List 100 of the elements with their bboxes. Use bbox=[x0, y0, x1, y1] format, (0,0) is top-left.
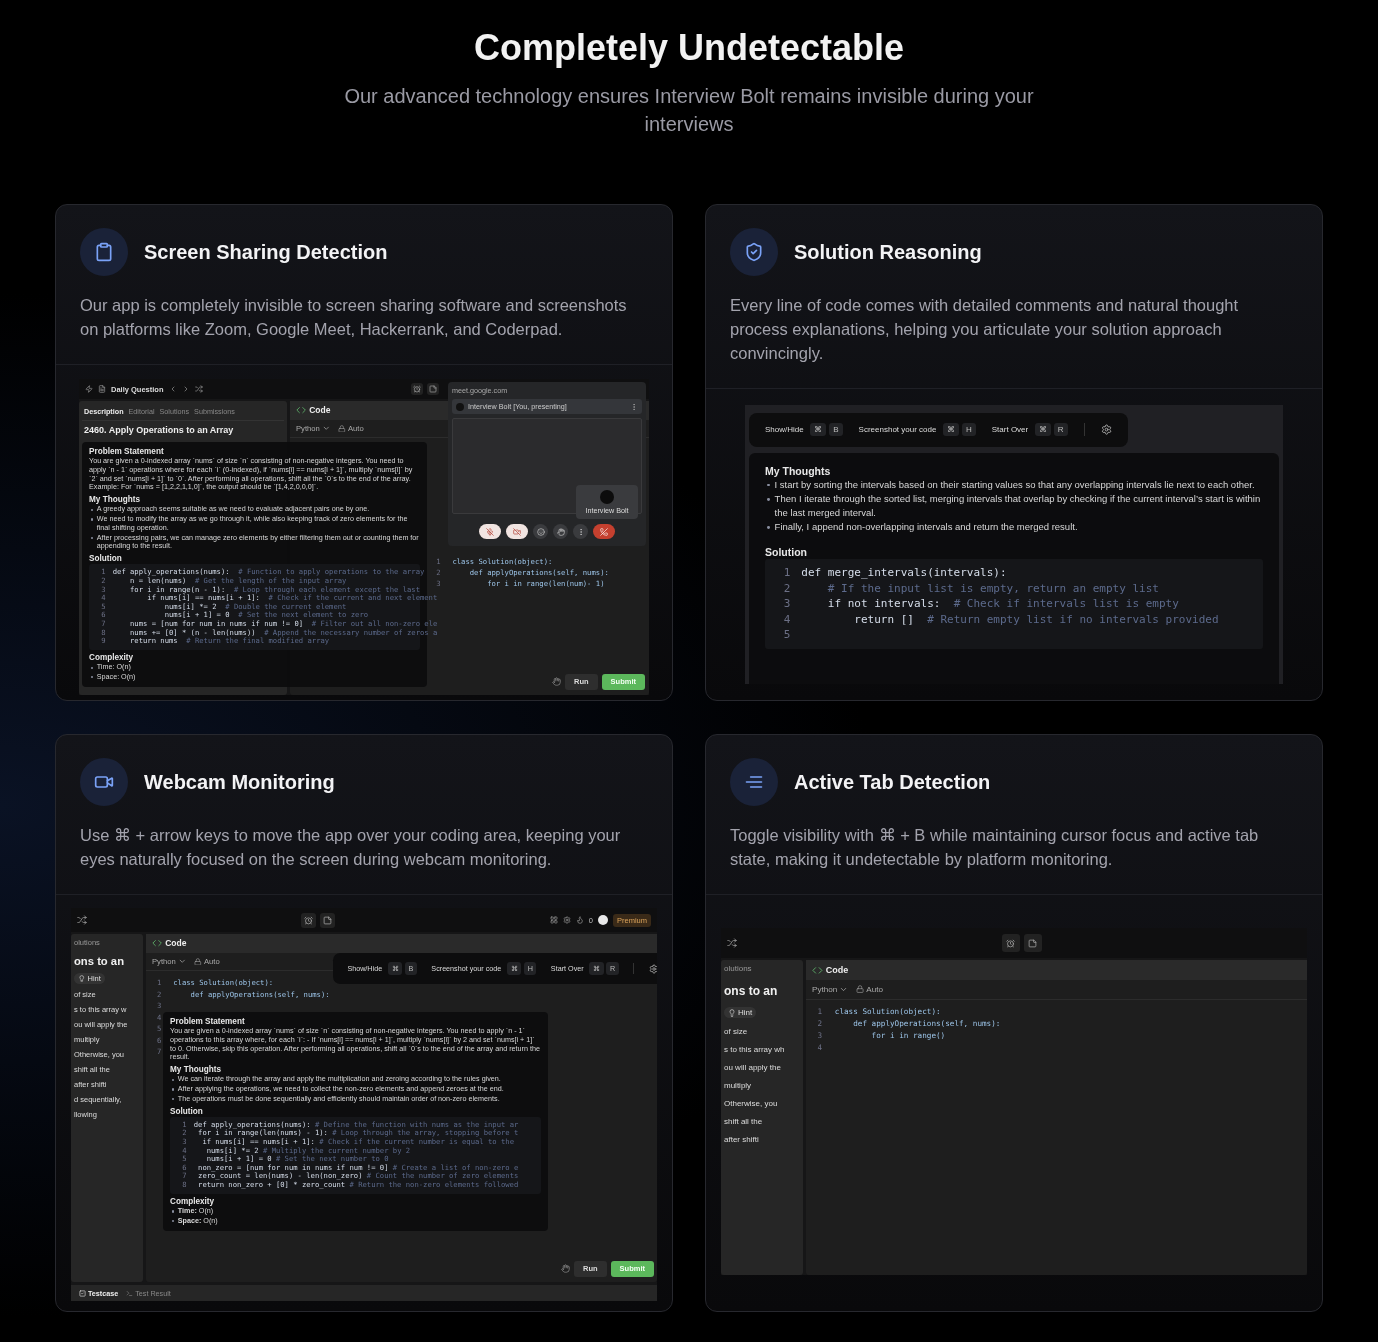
section-heading: My Thoughts bbox=[170, 1065, 222, 1075]
smile-icon bbox=[536, 527, 545, 536]
alarm-button[interactable] bbox=[411, 383, 424, 395]
mic-off-button[interactable] bbox=[479, 524, 501, 539]
card-title: Screen Sharing Detection bbox=[144, 240, 388, 264]
note-button[interactable] bbox=[320, 912, 336, 928]
code-line: if not intervals: # Check if intervals list is empty bbox=[826, 596, 1179, 612]
bullet-icon bbox=[767, 483, 770, 487]
alarm-clock-icon bbox=[1006, 938, 1015, 948]
note-icon bbox=[323, 915, 333, 925]
mic-off-icon bbox=[486, 527, 494, 536]
hand-icon bbox=[552, 677, 561, 687]
chevron-down-icon bbox=[321, 424, 331, 433]
problem-text: shift all the bbox=[724, 1117, 764, 1126]
card-description: Toggle visibility with ⌘ + B while maintaining cursor focus and active tab state, making it undetectable by platform monitoring. bbox=[730, 825, 1260, 870]
key-cap: ⌘ bbox=[1034, 423, 1051, 437]
avatar-icon bbox=[456, 402, 464, 411]
settings-icon[interactable] bbox=[562, 916, 571, 924]
line-number: 1 bbox=[782, 565, 791, 581]
key-cap: R bbox=[1053, 423, 1068, 437]
bullet-icon bbox=[91, 518, 94, 521]
more-icon[interactable] bbox=[630, 402, 638, 411]
problem-title: 2460. Apply Operations to an Array bbox=[83, 424, 235, 437]
shield-check-icon bbox=[744, 242, 764, 262]
note-icon bbox=[1028, 938, 1037, 948]
logo-icon bbox=[85, 385, 93, 393]
terminal-icon bbox=[126, 1289, 134, 1297]
hand-icon bbox=[556, 527, 565, 536]
bullet-text: Then I iterate through the sorted list, merging intervals that overlap by checking if the current interval’s start is within the last merged interval. bbox=[774, 492, 1262, 520]
section-heading: My Thoughts bbox=[765, 464, 832, 477]
problem-text: s to this array wh bbox=[724, 1045, 786, 1054]
section-heading: Complexity bbox=[170, 1196, 216, 1206]
problem-text: Otherwise, you bbox=[724, 1099, 779, 1108]
avatar-icon bbox=[600, 489, 614, 504]
tab[interactable]: olutions bbox=[724, 964, 800, 975]
panel-title: Code bbox=[825, 964, 849, 975]
section-heading: Solution bbox=[765, 545, 808, 558]
section-heading: My Thoughts bbox=[89, 495, 141, 505]
card-title: Solution Reasoning bbox=[794, 240, 982, 264]
problem-title: ons to an bbox=[74, 955, 125, 967]
code-line: def merge_intervals(intervals): bbox=[801, 565, 1007, 581]
shortcut-label: Show/Hide bbox=[765, 425, 804, 435]
alarm-button[interactable] bbox=[1001, 934, 1020, 952]
section-title: Completely Undetectable bbox=[472, 26, 906, 70]
line-number: 2 bbox=[782, 580, 791, 597]
grid-icon[interactable] bbox=[549, 916, 558, 924]
shuffle-icon[interactable] bbox=[77, 915, 87, 925]
problem-text: after shifti bbox=[724, 1135, 760, 1144]
raise-hand-button[interactable] bbox=[553, 524, 568, 539]
lock-icon bbox=[856, 985, 865, 994]
shortcut-label: Screenshot your code bbox=[858, 425, 937, 435]
lightbulb-icon bbox=[78, 974, 86, 983]
note-button[interactable] bbox=[427, 383, 440, 395]
shortcut-label: Start Over bbox=[991, 425, 1029, 435]
mode-label: Auto bbox=[866, 984, 883, 994]
code-line: # If the input list is empty, return an empty list bbox=[826, 580, 1159, 597]
checkbox-icon bbox=[79, 1289, 86, 1297]
code-icon bbox=[152, 938, 163, 949]
card-description: Every line of code comes with detailed comments and natural thought process explanations, helping you articulate your solution approach convincingly. bbox=[730, 295, 1240, 364]
line-number: 5 bbox=[782, 627, 791, 643]
language-selector[interactable]: Python bbox=[812, 984, 849, 994]
alarm-clock-icon bbox=[413, 385, 422, 393]
shuffle-icon[interactable] bbox=[194, 385, 203, 393]
line-number: 3 bbox=[782, 596, 791, 612]
panel-title: Code bbox=[309, 405, 331, 416]
lock-icon bbox=[338, 424, 346, 433]
camera-off-button[interactable] bbox=[506, 524, 528, 539]
problem-title: ons to an bbox=[724, 984, 779, 998]
card-description: Our app is completely invisible to screen sharing software and screenshots on platforms like Zoom, Google Meet, Hackerrank, and Coderpad. bbox=[80, 295, 628, 340]
phone-off-icon bbox=[600, 527, 608, 536]
code-line: return [] # Return empty list if no intervals provided bbox=[853, 611, 1219, 628]
card-title: Active Tab Detection bbox=[794, 770, 991, 794]
hang-up-button[interactable] bbox=[593, 524, 615, 539]
chevron-down-icon bbox=[177, 957, 187, 966]
section-heading: Complexity bbox=[89, 653, 135, 663]
section-heading: Problem Statement bbox=[89, 447, 165, 456]
camera-off-icon bbox=[513, 527, 521, 536]
line-number: 4 bbox=[782, 611, 791, 628]
settings-icon[interactable] bbox=[648, 963, 657, 974]
note-icon bbox=[429, 385, 438, 393]
alarm-button[interactable] bbox=[301, 912, 317, 928]
shuffle-icon[interactable] bbox=[727, 938, 737, 948]
avatar-icon[interactable] bbox=[598, 915, 608, 925]
hand-icon bbox=[561, 1264, 570, 1274]
note-button[interactable] bbox=[1023, 934, 1042, 952]
settings-icon[interactable] bbox=[1100, 424, 1112, 436]
emoji-button[interactable] bbox=[533, 524, 548, 539]
section-heading: Solution bbox=[170, 1106, 204, 1116]
code-icon bbox=[812, 964, 823, 976]
key-cap: B bbox=[829, 423, 843, 437]
key-cap: ⌘ bbox=[810, 423, 827, 437]
bullet-icon bbox=[172, 1210, 175, 1213]
bullet-icon bbox=[767, 526, 770, 529]
more-button[interactable] bbox=[573, 524, 588, 539]
panel-title: Code bbox=[165, 938, 187, 949]
key-cap: H bbox=[962, 423, 976, 437]
bullet-icon bbox=[767, 498, 770, 501]
hint-button[interactable]: Hint bbox=[724, 1007, 757, 1018]
flame-icon bbox=[575, 916, 584, 924]
bullet-text: I start by sorting the intervals based on their starting values so that any overlapping intervals lie next to each other. bbox=[774, 477, 1255, 492]
